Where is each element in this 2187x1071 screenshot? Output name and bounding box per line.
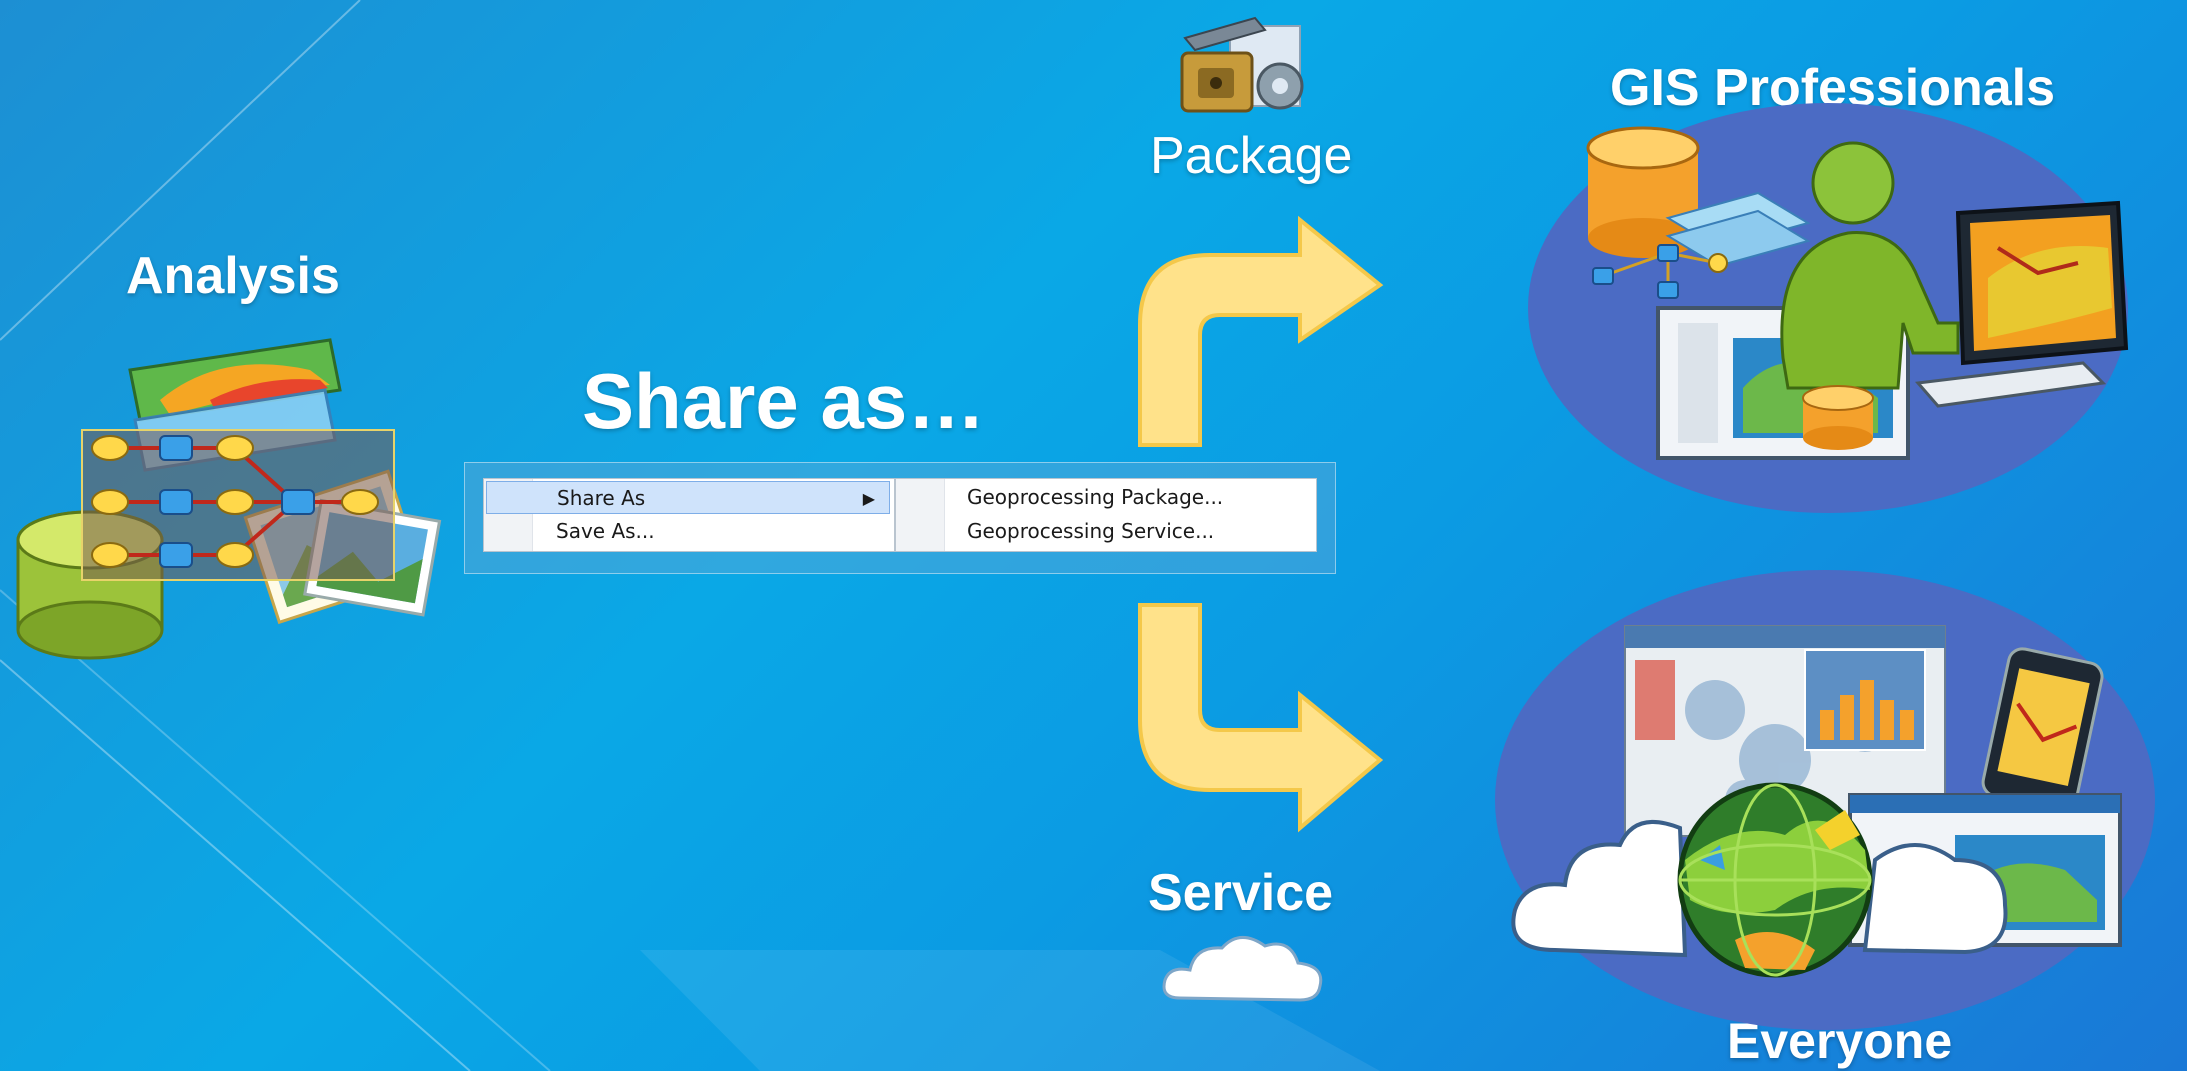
context-menu: Share As ▶ Save As...: [483, 478, 895, 552]
menu-item-geoprocessing-package[interactable]: Geoprocessing Package...: [898, 481, 1312, 514]
analysis-title: Analysis: [126, 247, 340, 305]
service-title: Service: [1148, 864, 1334, 922]
cloud-icon: [1162, 936, 1323, 1002]
share-as-submenu: Geoprocessing Package... Geoprocessing S…: [895, 478, 1317, 552]
menu-item-label: Save As...: [556, 519, 655, 543]
everyone-web-icon: [1495, 570, 2155, 1030]
arrow-up-right-icon: [1138, 215, 1384, 447]
arrow-down-right-icon: [1138, 603, 1384, 833]
analysis-model-icon: [16, 338, 442, 660]
menu-item-label: Share As: [557, 486, 646, 510]
menu-item-share-as[interactable]: Share As ▶: [486, 481, 890, 514]
slide: Analysis Share as… Package Service GIS P…: [0, 0, 2187, 1071]
submenu-arrow-icon: ▶: [862, 489, 875, 508]
menu-item-label: Geoprocessing Package...: [967, 485, 1224, 509]
gis-professional-icon: [1528, 103, 2129, 513]
menu-item-label: Geoprocessing Service...: [967, 519, 1215, 543]
menu-item-save-as[interactable]: Save As...: [486, 515, 890, 548]
package-icon: [1180, 16, 1304, 113]
package-title: Package: [1150, 127, 1353, 185]
menu-item-geoprocessing-service[interactable]: Geoprocessing Service...: [898, 515, 1312, 548]
share-as-title: Share as…: [582, 357, 986, 445]
